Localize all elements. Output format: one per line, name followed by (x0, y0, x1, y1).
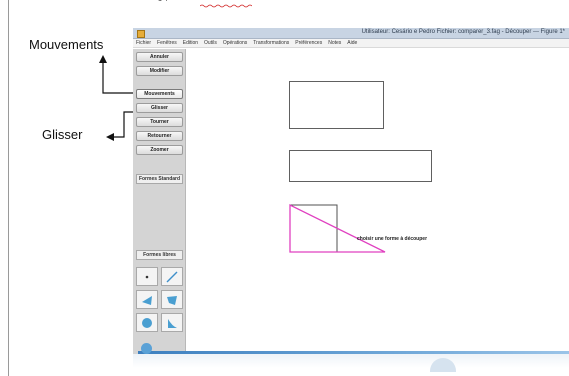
menu-edition[interactable]: Edition (183, 40, 198, 46)
menu-bar: Fichier Fenêtres Edition Outils Opératio… (133, 39, 569, 48)
modifier-button[interactable]: Modifier (136, 66, 183, 76)
triangle-tool-button[interactable] (136, 290, 158, 309)
scroll-handle-icon[interactable] (141, 343, 152, 354)
glisser-arrowhead (106, 133, 114, 141)
point-icon (145, 275, 149, 278)
circle-icon (142, 317, 152, 328)
menu-fenetres[interactable]: Fenêtres (157, 40, 177, 46)
point-tool-button[interactable] (136, 267, 158, 286)
canvas-rectangle-2[interactable] (289, 150, 432, 182)
glisser-button[interactable]: Glisser (136, 103, 183, 113)
quadrilateral-icon (167, 295, 177, 305)
sector-icon (168, 318, 177, 328)
menu-operations[interactable]: Opérations (223, 40, 247, 46)
document-margin-line (8, 0, 9, 376)
app-icon (137, 30, 145, 38)
formes-standard-section[interactable]: Formes Standard (136, 174, 183, 184)
canvas-triangle-shape[interactable] (285, 200, 395, 260)
segment-tool-button[interactable] (161, 267, 183, 286)
tourner-button[interactable]: Tourner (136, 117, 183, 127)
callout-mouvements: Mouvements (29, 37, 104, 52)
mouvements-button[interactable]: Mouvements (136, 89, 183, 99)
retourner-button[interactable]: Retourner (136, 131, 183, 141)
canvas-rectangle-1[interactable] (289, 81, 384, 129)
status-area (133, 354, 569, 368)
quadrilateral-tool-button[interactable] (161, 290, 183, 309)
horizontal-scrollbar[interactable] (138, 351, 569, 354)
circle-tool-button[interactable] (136, 313, 158, 332)
canvas-hint: choisir une forme à découper (357, 236, 428, 242)
zoomer-button[interactable]: Zoomer (136, 145, 183, 155)
title-bar: Utilisateur: Cesário e Pedro Fichier: co… (133, 28, 569, 39)
menu-aide[interactable]: Aide (347, 40, 357, 46)
menu-outils[interactable]: Outils (204, 40, 217, 46)
annuler-button[interactable]: Annuler (136, 52, 183, 62)
triangle-icon (142, 295, 152, 305)
canvas-square[interactable] (289, 204, 338, 253)
menu-fichier[interactable]: Fichier (136, 40, 151, 46)
segment-icon (166, 271, 178, 282)
document-top-text: 1 4 (158, 0, 168, 3)
spellcheck-squiggle (200, 4, 252, 8)
menu-preferences[interactable]: Préférences (295, 40, 322, 46)
menu-transformations[interactable]: Transformations (253, 40, 289, 46)
menu-notes[interactable]: Notes (328, 40, 341, 46)
formes-libres-section[interactable]: Formes libres (136, 250, 183, 260)
sector-tool-button[interactable] (161, 313, 183, 332)
callout-glisser: Glisser (42, 127, 83, 142)
window-title: Utilisateur: Cesário e Pedro Fichier: co… (361, 29, 565, 35)
mouvements-arrowhead (99, 55, 107, 63)
